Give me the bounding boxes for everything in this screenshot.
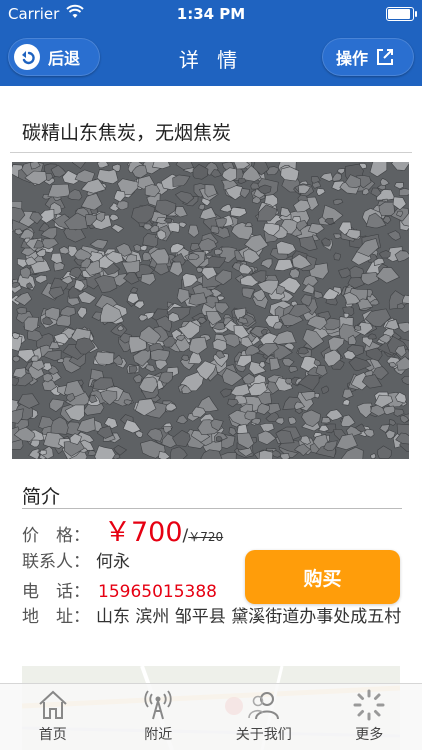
coke-gravel-photo (12, 162, 409, 459)
intro-heading: 简介 (22, 486, 61, 508)
product-image[interactable] (12, 162, 409, 459)
loading-dots-icon (352, 688, 386, 722)
tab-nearby-label: 附近 (144, 727, 173, 743)
phone-row: 电 话： 15965015388 (22, 577, 217, 602)
current-price: ￥700 (104, 517, 183, 548)
address-text: 山东 滨州 邹平县 黛溪街道办事处成五村 (96, 607, 402, 627)
tab-about-us[interactable]: 关于我们 (211, 684, 317, 750)
tab-more[interactable]: 更多 (317, 684, 422, 750)
people-icon (247, 688, 281, 722)
address-row: 地 址： 山东 滨州 邹平县 黛溪街道办事处成五村 (22, 604, 402, 630)
tab-home-label: 首页 (38, 727, 67, 743)
price-row: 价 格： ￥700/￥720 (22, 510, 223, 549)
buy-button[interactable]: 购买 (245, 550, 400, 604)
tab-home[interactable]: 首页 (0, 684, 106, 750)
phone-label: 电 话： (22, 582, 90, 602)
intro-divider (22, 508, 402, 509)
contact-name: 何永 (96, 552, 130, 572)
nav-bar: 后退 详 情 操作 (0, 28, 422, 86)
original-price: ￥720 (188, 530, 224, 544)
title-divider (10, 152, 412, 153)
operations-button[interactable]: 操作 (322, 38, 414, 76)
contact-label: 联系人： (22, 552, 90, 572)
share-icon (374, 46, 396, 68)
battery-icon (386, 7, 417, 21)
phone-number-link[interactable]: 15965015388 (98, 582, 217, 602)
status-bar: Carrier 1:34 PM (0, 0, 422, 28)
signal-tower-icon (141, 688, 175, 722)
tab-more-label: 更多 (355, 727, 384, 743)
home-icon (36, 688, 70, 722)
product-title: 碳精山东焦炭，无烟焦炭 (22, 122, 232, 144)
price-label: 价 格： (22, 526, 90, 546)
contact-row: 联系人： 何永 (22, 547, 130, 572)
operations-label: 操作 (336, 49, 369, 68)
clock-time: 1:34 PM (176, 5, 246, 23)
tab-nearby[interactable]: 附近 (106, 684, 212, 750)
address-label: 地 址： (22, 607, 90, 627)
tab-about-label: 关于我们 (235, 727, 292, 743)
tab-bar: 首页 附近 关于我们 更多 (0, 683, 422, 750)
